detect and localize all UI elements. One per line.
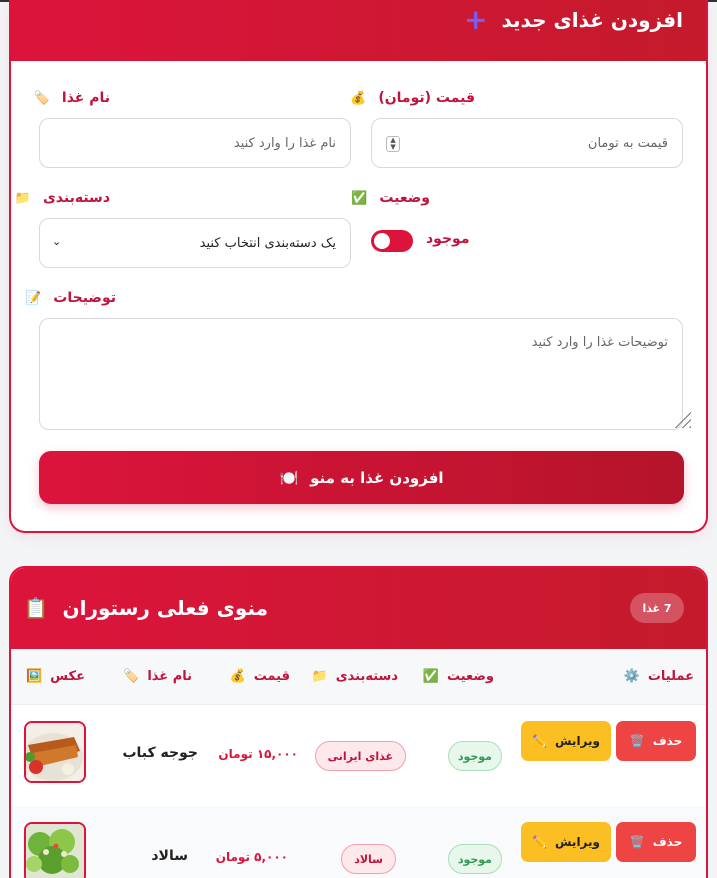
status-toggle-label: موجود: [426, 231, 470, 247]
category-badge: غذای ایرانی: [314, 741, 406, 771]
delete-button[interactable]: حذف 🗑️: [616, 721, 696, 761]
table-header: عملیات ⚙️ وضعیت ✅ دسته‌بندی 📁 قیمت 💰 نام…: [11, 649, 706, 705]
food-name: سالاد: [151, 848, 188, 864]
gear-icon: ⚙️: [623, 669, 640, 684]
category-badge: سالاد: [341, 844, 396, 874]
check-box-icon: ✅: [422, 669, 439, 684]
current-menu-card: منوی فعلی رستوران 📋 7 غذا عملیات ⚙️ وضعی…: [9, 566, 708, 878]
memo-icon: 📝: [25, 290, 42, 306]
food-image-salad: [24, 822, 86, 878]
col-category: دسته‌بندی 📁: [311, 669, 398, 684]
money-bag-icon: 💰: [350, 90, 367, 106]
form-title-text: افزودن غذای جدید: [501, 8, 683, 32]
tag-icon: 🏷️: [33, 90, 50, 106]
number-stepper[interactable]: ▲ ▼: [386, 136, 400, 152]
status-label: وضعیت ✅: [351, 190, 430, 206]
plus-icon: +: [464, 3, 488, 36]
add-food-button[interactable]: افزودن غذا به منو 🍽️: [39, 451, 684, 504]
clipboard-icon: 📋: [23, 596, 49, 620]
menu-title: منوی فعلی رستوران 📋: [23, 596, 268, 620]
food-price: ۱۵,۰۰۰ تومان: [218, 747, 298, 761]
status-toggle[interactable]: [371, 230, 413, 252]
food-count-badge: 7 غذا: [630, 593, 684, 623]
picture-icon: 🖼️: [25, 669, 43, 684]
pencil-icon: ✏️: [532, 734, 547, 748]
food-name: جوجه کباب: [122, 745, 198, 761]
delete-button[interactable]: حذف 🗑️: [616, 822, 696, 862]
chevron-down-icon: ⌄: [52, 235, 62, 248]
edit-button[interactable]: ویرایش ✏️: [521, 721, 611, 761]
add-food-card: افزودن غذای جدید + نام غذا 🏷️ نام غذا را…: [9, 0, 708, 533]
col-name: نام غذا 🏷️: [123, 669, 192, 684]
col-actions: عملیات ⚙️: [623, 669, 694, 684]
trash-icon: 🗑️: [629, 835, 645, 849]
plate-icon: 🍽️: [279, 468, 299, 487]
trash-icon: 🗑️: [629, 734, 645, 748]
edit-button[interactable]: ویرایش ✏️: [521, 822, 611, 862]
name-input[interactable]: نام غذا را وارد کنید: [39, 118, 351, 168]
col-image: عکس 🖼️: [25, 669, 85, 684]
pencil-icon: ✏️: [532, 835, 547, 849]
money-bag-icon: 💰: [229, 669, 246, 684]
table-row: سالاد ۵,۰۰۰ تومان سالاد موجود ویرایش ✏️ …: [11, 806, 706, 878]
food-image-kebab: [24, 721, 86, 783]
description-label: توضیحات 📝: [25, 290, 116, 306]
price-label: قیمت (تومان) 💰: [350, 90, 475, 106]
status-badge: موجود: [447, 741, 502, 771]
tag-icon: 🏷️: [123, 669, 140, 684]
price-input[interactable]: قیمت به تومان ▲ ▼: [371, 118, 683, 168]
form-header: افزودن غذای جدید +: [11, 0, 706, 61]
category-label: دسته‌بندی 📁: [14, 190, 110, 206]
toggle-knob: [374, 233, 390, 249]
col-status: وضعیت ✅: [422, 669, 494, 684]
category-select[interactable]: یک دسته‌بندی انتخاب کنید ⌄: [39, 218, 351, 268]
name-label: نام غذا 🏷️: [33, 90, 110, 106]
food-price: ۵,۰۰۰ تومان: [215, 850, 288, 864]
status-badge: موجود: [447, 844, 502, 874]
folder-icon: 📁: [14, 190, 31, 206]
col-price: قیمت 💰: [229, 669, 290, 684]
form-title: افزودن غذای جدید +: [464, 6, 683, 34]
table-row: جوجه کباب ۱۵,۰۰۰ تومان غذای ایرانی موجود…: [11, 705, 706, 806]
menu-header: منوی فعلی رستوران 📋 7 غذا: [11, 568, 706, 649]
folder-icon: 📁: [311, 669, 328, 684]
check-box-icon: ✅: [351, 190, 368, 206]
description-textarea[interactable]: توضیحات غذا را وارد کنید: [39, 318, 683, 430]
